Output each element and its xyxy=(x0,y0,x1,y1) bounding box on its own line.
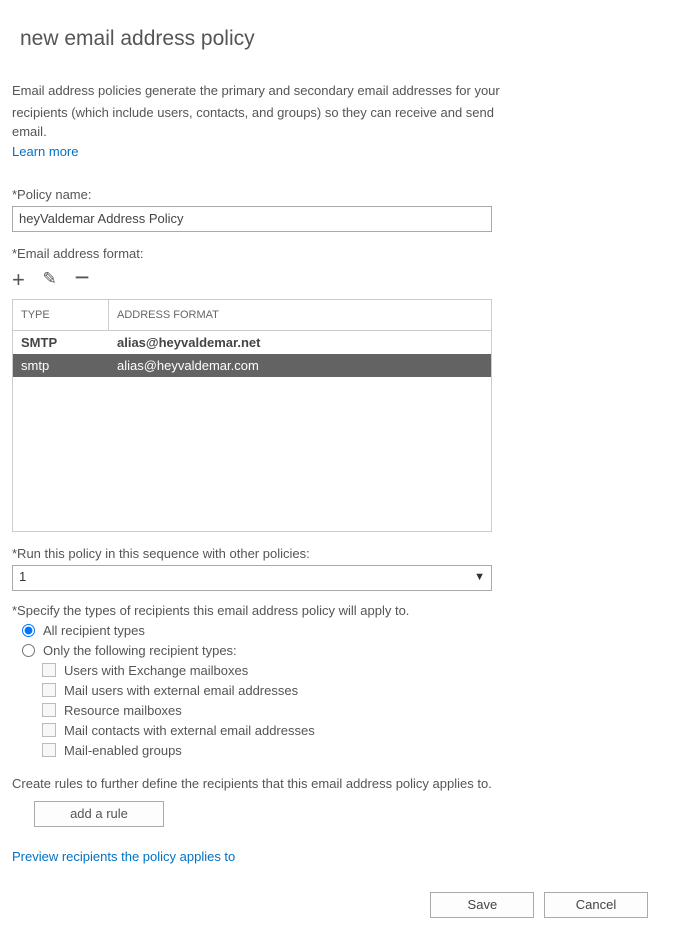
description-line-1: Email address policies generate the prim… xyxy=(12,81,522,101)
save-button[interactable]: Save xyxy=(430,892,534,918)
sequence-value: 1 xyxy=(19,569,26,584)
radio-only-label: Only the following recipient types: xyxy=(43,643,237,658)
preview-recipients-link[interactable]: Preview recipients the policy applies to xyxy=(12,849,235,864)
radio-all-recipients[interactable] xyxy=(22,624,35,637)
table-row[interactable]: smtp alias@heyvaldemar.com xyxy=(13,354,491,377)
remove-icon[interactable]: − xyxy=(74,264,89,290)
checkbox-resource-mailboxes[interactable] xyxy=(42,703,56,717)
add-icon[interactable]: + xyxy=(12,269,25,291)
description-line-2: recipients (which include users, contact… xyxy=(12,103,522,142)
checkbox-label: Mail contacts with external email addres… xyxy=(64,723,315,738)
cancel-button[interactable]: Cancel xyxy=(544,892,648,918)
checkbox-mail-enabled-groups[interactable] xyxy=(42,743,56,757)
add-rule-button[interactable]: add a rule xyxy=(34,801,164,827)
policy-name-input[interactable] xyxy=(12,206,492,232)
radio-all-label: All recipient types xyxy=(43,623,145,638)
format-grid: TYPE ADDRESS FORMAT SMTP alias@heyvaldem… xyxy=(12,299,492,532)
checkbox-exchange-mailboxes[interactable] xyxy=(42,663,56,677)
checkbox-mail-users-external[interactable] xyxy=(42,683,56,697)
grid-body[interactable]: SMTP alias@heyvaldemar.net smtp alias@he… xyxy=(13,331,491,531)
table-row[interactable]: SMTP alias@heyvaldemar.net xyxy=(13,331,491,354)
cell-format: alias@heyvaldemar.net xyxy=(109,331,491,354)
cell-type: smtp xyxy=(13,354,109,377)
checkbox-label: Users with Exchange mailboxes xyxy=(64,663,248,678)
footer: Save Cancel xyxy=(12,892,678,918)
checkbox-label: Mail users with external email addresses xyxy=(64,683,298,698)
sequence-dropdown[interactable]: 1 ▼ xyxy=(12,565,492,591)
cell-type: SMTP xyxy=(13,331,109,354)
col-header-format: ADDRESS FORMAT xyxy=(109,300,491,330)
radio-only-following[interactable] xyxy=(22,644,35,657)
checkbox-label: Mail-enabled groups xyxy=(64,743,182,758)
grid-header: TYPE ADDRESS FORMAT xyxy=(13,300,491,331)
email-format-label: *Email address format: xyxy=(12,246,678,261)
recipient-types-label: *Specify the types of recipients this em… xyxy=(12,603,678,618)
sequence-label: *Run this policy in this sequence with o… xyxy=(12,546,678,561)
col-header-type: TYPE xyxy=(13,300,109,330)
page-title: new email address policy xyxy=(20,27,678,51)
rules-description: Create rules to further define the recip… xyxy=(12,776,678,791)
edit-icon[interactable]: ✎ xyxy=(42,270,56,287)
checkbox-label: Resource mailboxes xyxy=(64,703,182,718)
format-toolbar: + ✎ − xyxy=(12,267,678,293)
learn-more-link[interactable]: Learn more xyxy=(12,144,78,159)
policy-name-label: *Policy name: xyxy=(12,187,678,202)
chevron-down-icon: ▼ xyxy=(474,571,485,583)
recipient-radio-group: All recipient types Only the following r… xyxy=(12,623,678,758)
cell-format: alias@heyvaldemar.com xyxy=(109,354,491,377)
checkbox-mail-contacts-external[interactable] xyxy=(42,723,56,737)
